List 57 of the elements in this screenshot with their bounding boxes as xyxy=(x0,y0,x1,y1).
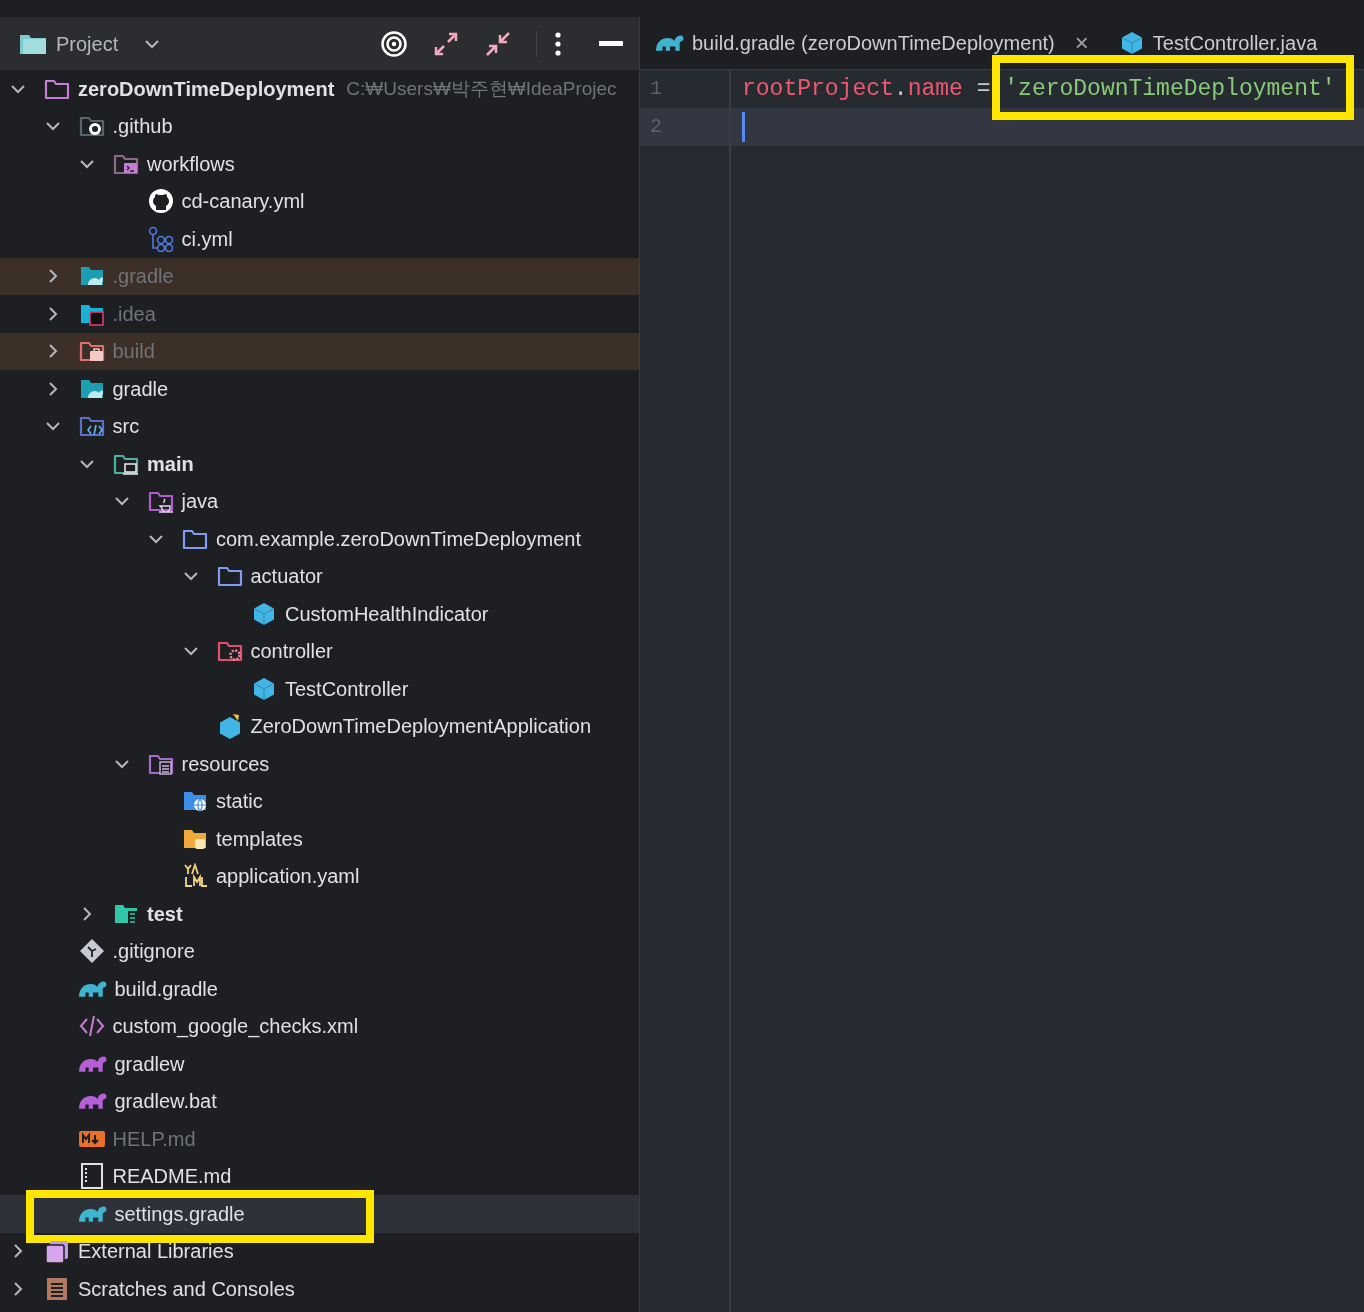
more-icon[interactable] xyxy=(553,30,563,57)
tree-item[interactable]: build.gradle xyxy=(0,970,639,1008)
target-icon[interactable] xyxy=(380,29,408,58)
code-token: = xyxy=(975,75,992,102)
tree-item[interactable]: CustomHealthIndicator xyxy=(0,595,639,633)
tree-item[interactable]: test xyxy=(0,895,639,933)
yaml-icon xyxy=(182,863,208,890)
tree-item[interactable]: gradle xyxy=(0,370,639,408)
collapse-icon[interactable] xyxy=(484,29,512,58)
code-token: name xyxy=(907,75,963,102)
tree-item[interactable]: TestController xyxy=(0,670,639,708)
code-token: rootProject xyxy=(742,75,894,102)
tree-item[interactable]: resources xyxy=(0,745,639,783)
elephant-icon xyxy=(78,980,107,997)
tree-item[interactable]: actuator xyxy=(0,557,639,595)
scratch-icon xyxy=(44,1275,70,1302)
tree-item[interactable]: custom_google_checks.xml xyxy=(0,1007,639,1045)
tree-item[interactable]: gradlew.bat xyxy=(0,1082,639,1120)
tree-item[interactable]: External Libraries xyxy=(0,1232,639,1270)
tree-item[interactable]: cd-canary.yml xyxy=(0,182,639,220)
tree-item[interactable]: gradlew xyxy=(0,1045,639,1083)
tree-item[interactable]: static xyxy=(0,782,639,820)
tree-item[interactable]: main xyxy=(0,445,639,483)
elephant-icon xyxy=(78,1093,107,1110)
tree-item[interactable]: workflows xyxy=(0,145,639,183)
code-token: . xyxy=(893,75,908,102)
tree-item[interactable]: README.md xyxy=(0,1157,639,1195)
tree-item[interactable]: zeroDownTimeDeployment C:₩Users₩박주현₩IdeaProjec xyxy=(0,70,639,108)
cube-icon xyxy=(251,600,277,627)
tree-item[interactable]: application.yaml xyxy=(0,857,639,895)
tree-item[interactable]: Scratches and Consoles xyxy=(0,1270,639,1308)
elephant-icon xyxy=(78,1205,107,1222)
tree-item[interactable]: com.example.zeroDownTimeDeployment xyxy=(0,520,639,558)
document-icon xyxy=(78,1163,105,1190)
editor-tab[interactable]: TestController.java xyxy=(1118,28,1318,58)
path-hint: C:₩Users₩박주현₩IdeaProjec xyxy=(346,76,617,101)
editor-tab[interactable]: build.gradle (zeroDownTimeDeployment) × xyxy=(656,25,1089,61)
tree-item[interactable]: .github xyxy=(0,107,639,145)
elephant-icon xyxy=(78,1055,107,1072)
tree-item[interactable]: src xyxy=(0,407,639,445)
close-button[interactable]: × xyxy=(1074,25,1089,61)
diamond-icon xyxy=(78,938,105,965)
tree-item[interactable]: settings.gradle xyxy=(0,1195,639,1233)
elephant-icon xyxy=(656,35,684,51)
tree-item[interactable]: ZeroDownTimeDeploymentApplication xyxy=(0,707,639,745)
workflow-icon xyxy=(147,225,174,252)
tree-item[interactable]: java xyxy=(0,482,639,520)
panel-title: Project xyxy=(56,31,119,57)
code-token: 'zeroDownTimeDeployment' xyxy=(1004,75,1336,102)
minimize-icon[interactable] xyxy=(599,40,623,47)
cube-icon xyxy=(251,675,277,702)
github-icon xyxy=(147,188,174,215)
tree-item[interactable]: .gitignore xyxy=(0,932,639,970)
tree-item[interactable]: controller xyxy=(0,632,639,670)
library-icon xyxy=(44,1238,70,1265)
tree-item[interactable]: ci.yml xyxy=(0,220,639,258)
tree-item[interactable]: templates xyxy=(0,820,639,858)
